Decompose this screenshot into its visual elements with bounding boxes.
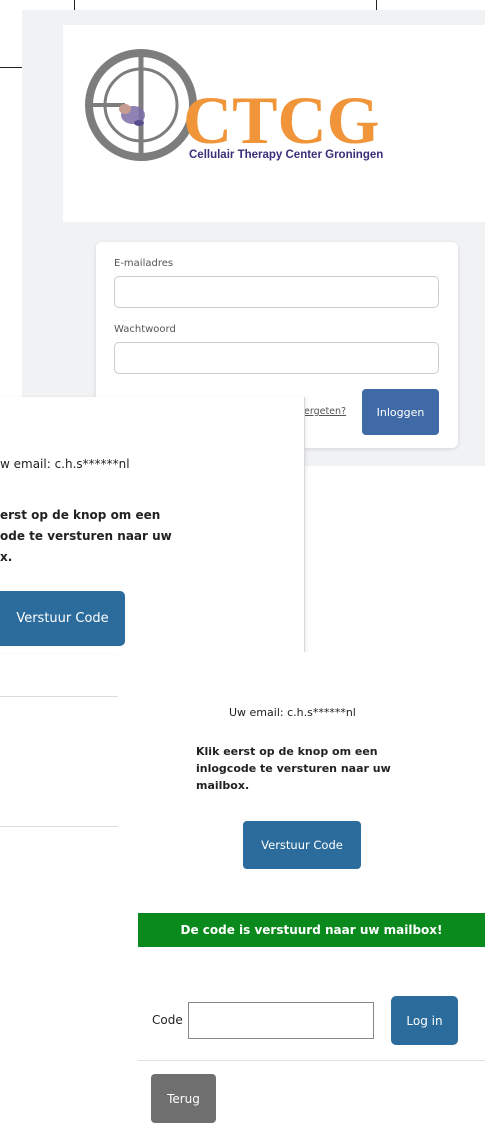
forgot-password-link[interactable]: ergeten? <box>304 406 346 417</box>
divider <box>0 696 118 697</box>
code-input[interactable] <box>188 1002 374 1039</box>
send-code-button[interactable]: Verstuur Code <box>0 591 125 646</box>
login-button[interactable]: Inloggen <box>362 389 439 435</box>
instruction-line: inlogcode te versturen naar uw <box>196 762 391 775</box>
masked-email-text: Uw email: c.h.s******nl <box>229 706 356 719</box>
back-button[interactable]: Terug <box>151 1074 216 1123</box>
code-label: Code <box>152 1013 183 1027</box>
frame-line <box>0 67 22 68</box>
email-label: E-mailadres <box>114 258 174 269</box>
masked-email-text: w email: c.h.s******nl <box>0 457 130 471</box>
logo-tagline: Cellulair Therapy Center Groningen <box>189 149 383 161</box>
code-request-panel-cropped: w email: c.h.s******nl erst op de knop o… <box>0 397 305 653</box>
instruction-line: x. <box>0 550 13 564</box>
logo-card: CTCG Cellulair Therapy Center Groningen <box>63 25 485 222</box>
send-code-button[interactable]: Verstuur Code <box>243 821 361 869</box>
instruction-line: mailbox. <box>196 779 250 792</box>
log-in-button[interactable]: Log in <box>391 996 458 1045</box>
password-field[interactable] <box>114 342 439 374</box>
instruction-text: Klik eerst op de knop om een inlogcode t… <box>196 743 391 794</box>
instruction-text: erst op de knop om een ode te versturen … <box>0 505 172 568</box>
ctcg-logo: CTCG Cellulair Therapy Center Groningen <box>85 49 383 161</box>
instruction-line: ode te versturen naar uw <box>0 529 172 543</box>
instruction-line: Klik eerst op de knop om een <box>196 745 378 758</box>
divider <box>0 826 118 827</box>
password-label: Wachtwoord <box>114 324 176 335</box>
success-banner: De code is verstuurd naar uw mailbox! <box>138 913 485 947</box>
logo-emblem-icon <box>85 49 197 161</box>
code-login-panel: Uw email: c.h.s******nl Klik eerst op de… <box>118 652 485 1140</box>
divider <box>138 1060 485 1061</box>
logo-brand-text: CTCG <box>183 82 379 158</box>
email-field[interactable] <box>114 276 439 308</box>
instruction-line: erst op de knop om een <box>0 508 161 522</box>
